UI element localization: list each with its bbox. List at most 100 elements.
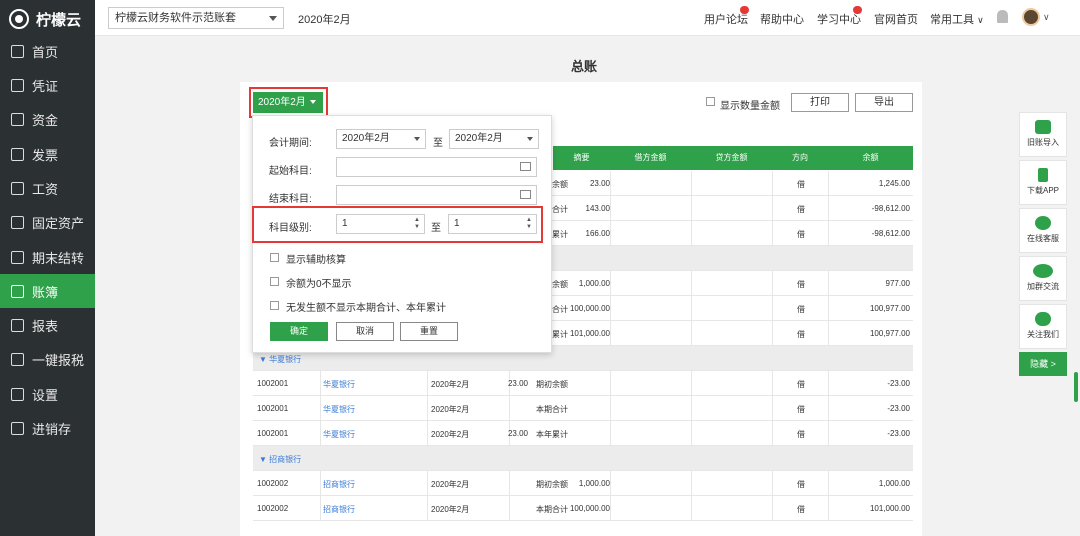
cell-divider [691, 196, 692, 221]
sidebar-item[interactable]: 账簿 [0, 274, 95, 308]
cell-balance: 977.00 [885, 279, 910, 288]
hide-no-activity-label: 无发生额不显示本期合计、本年累计 [286, 303, 446, 314]
cell-name[interactable]: 华夏银行 [323, 429, 355, 440]
cell-dir: 借 [797, 330, 805, 339]
hide-zero-balance-checkbox[interactable] [270, 277, 279, 286]
cell-dir: 借 [797, 405, 805, 414]
cell-debit: 101,000.00 [569, 329, 610, 338]
download-app-button[interactable]: 下载APP [1019, 160, 1067, 205]
reset-button[interactable]: 重置 [400, 322, 458, 341]
common-tools-menu[interactable]: 常用工具 ∨ [930, 11, 984, 27]
invoice-icon [11, 147, 24, 161]
bell-icon[interactable] [997, 10, 1008, 23]
print-button[interactable]: 打印 [791, 93, 849, 112]
subject-picker-icon[interactable] [520, 190, 531, 199]
hide-bar-button[interactable]: 隐藏 > [1019, 352, 1067, 376]
highlight-box [249, 87, 328, 118]
show-qty-checkbox[interactable] [706, 97, 715, 106]
page-title: 总账 [571, 59, 598, 74]
link-help-center[interactable]: 帮助中心 [760, 11, 804, 27]
cell-divider [610, 371, 611, 396]
old-ledger-import-button[interactable]: 旧账导入 [1019, 112, 1067, 157]
closing-icon [11, 250, 24, 264]
sidebar-item[interactable]: 期末结转 [0, 240, 95, 274]
cell-divider [691, 496, 692, 521]
period-range-label: 会计期间: [269, 138, 312, 149]
group-toggle[interactable]: ▼ 华夏银行 [259, 354, 301, 365]
sidebar-item-label: 发票 [32, 147, 59, 163]
cell-dir: 借 [797, 205, 805, 214]
cell-divider [610, 196, 611, 221]
cell-code: 1002002 [257, 504, 289, 513]
col-direction: 方向 [792, 153, 808, 162]
top-bar: 柠檬云财务软件示范账套 2020年2月 用户论坛 帮助中心 学习中心 官网首页 … [95, 0, 1080, 36]
new-badge-icon [853, 6, 862, 14]
sidebar-item[interactable]: 发票 [0, 137, 95, 171]
sidebar-item[interactable]: 工资 [0, 171, 95, 205]
cell-debit: 1,000.00 [578, 279, 610, 288]
to-label: 至 [433, 138, 443, 149]
ledger-icon [11, 284, 24, 298]
cell-divider [691, 271, 692, 296]
sidebar-item[interactable]: 首页 [0, 34, 95, 68]
col-credit: 贷方金额 [715, 153, 748, 162]
group-toggle[interactable]: ▼ 招商银行 [259, 454, 301, 465]
confirm-button[interactable]: 确定 [270, 322, 328, 341]
salary-icon [11, 181, 24, 195]
start-subject-input[interactable] [336, 157, 537, 177]
chevron-down-icon [269, 16, 277, 21]
account-set-select[interactable]: 柠檬云财务软件示范账套 [108, 7, 284, 29]
cell-balance: 101,000.00 [869, 504, 910, 513]
sidebar-item[interactable]: 凭证 [0, 68, 95, 102]
cell-name[interactable]: 华夏银行 [323, 379, 355, 390]
follow-us-button[interactable]: 关注我们 [1019, 304, 1067, 349]
period-from-value: 2020年2月 [342, 133, 390, 144]
online-support-button[interactable]: 在线客服 [1019, 208, 1067, 253]
cell-name[interactable]: 招商银行 [323, 504, 355, 515]
tax-icon [11, 352, 24, 366]
sidebar-item[interactable]: 设置 [0, 377, 95, 411]
hide-no-activity-checkbox[interactable] [270, 301, 279, 310]
rb-label: 旧账导入 [1027, 138, 1059, 147]
cell-name[interactable]: 华夏银行 [323, 404, 355, 415]
scrollbar[interactable] [1072, 36, 1080, 536]
link-official-site[interactable]: 官网首页 [874, 11, 918, 27]
sidebar-item-label: 期末结转 [32, 250, 85, 266]
cell-divider [320, 421, 321, 446]
chevron-down-icon [527, 137, 533, 141]
cell-divider [828, 371, 829, 396]
cell-balance: -23.00 [887, 404, 910, 413]
cell-divider [320, 496, 321, 521]
sidebar-item[interactable]: 固定资产 [0, 205, 95, 239]
cell-summary: 期初余额 [536, 480, 568, 489]
aux-accounting-checkbox[interactable] [270, 253, 279, 262]
sidebar-item-label: 工资 [32, 181, 59, 197]
subject-picker-icon[interactable] [520, 162, 531, 171]
end-subject-input[interactable] [336, 185, 537, 205]
cell-name[interactable]: 招商银行 [323, 479, 355, 490]
hide-zero-balance-label: 余额为0不显示 [286, 279, 352, 290]
scrollbar-thumb[interactable] [1074, 372, 1078, 402]
join-group-button[interactable]: 加群交流 [1019, 256, 1067, 301]
aux-accounting-label: 显示辅助核算 [286, 255, 346, 266]
cell-divider [828, 471, 829, 496]
avatar[interactable] [1022, 8, 1040, 26]
fund-icon [11, 112, 24, 126]
period-to-select[interactable]: 2020年2月 [449, 129, 539, 149]
home-icon [11, 44, 24, 58]
cancel-button[interactable]: 取消 [336, 322, 394, 341]
asset-icon [11, 215, 24, 229]
sidebar-item[interactable]: 资金 [0, 102, 95, 136]
sidebar-item[interactable]: 报表 [0, 308, 95, 342]
export-button[interactable]: 导出 [855, 93, 913, 112]
col-balance: 余额 [862, 153, 879, 162]
sidebar-item[interactable]: 进销存 [0, 411, 95, 445]
cell-period: 2020年2月 [431, 430, 470, 439]
app-logo[interactable]: 柠檬云 [0, 0, 95, 38]
table-row: 1002001 华夏银行 2020年2月 本期合计 借 -23.00 [253, 396, 913, 421]
sidebar-item-label: 报表 [32, 318, 59, 334]
sidebar-item[interactable]: 一键报税 [0, 342, 95, 376]
cell-divider [772, 396, 773, 421]
chevron-down-icon[interactable]: ∨ [1043, 12, 1050, 23]
period-from-select[interactable]: 2020年2月 [336, 129, 426, 149]
